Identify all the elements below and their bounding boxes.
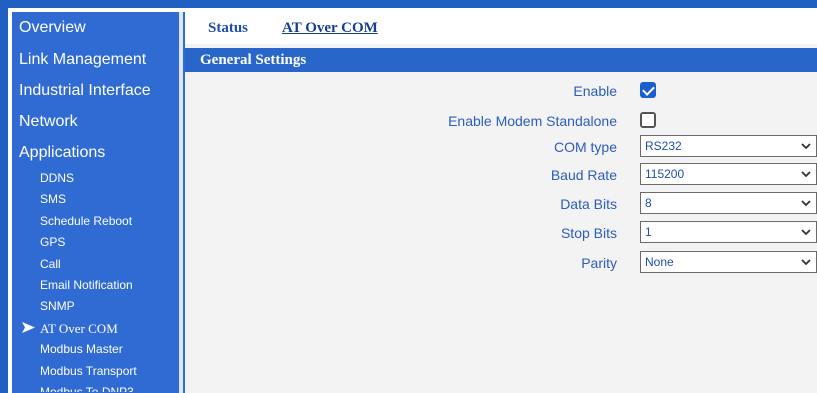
form-row-com-type: COM type RS232 [185,134,817,160]
left-border [0,0,8,393]
sidebar-subitem-snmp[interactable]: SNMP [12,296,179,317]
sidebar-subitem-sms[interactable]: SMS [12,189,179,210]
stop-bits-label: Stop Bits [560,225,617,241]
sidebar-item-overview[interactable]: Overview [12,12,179,44]
stop-bits-value: 1 [645,225,652,239]
chevron-down-icon [801,200,811,207]
stop-bits-select[interactable]: 1 [640,221,817,243]
parity-select[interactable]: None [640,251,817,273]
parity-label: Parity [581,255,617,271]
sidebar-item-applications[interactable]: Applications [12,137,179,168]
com-type-value: RS232 [645,139,682,153]
chevron-down-icon [801,171,811,178]
sidebar-subitem-schedule-reboot[interactable]: Schedule Reboot [12,211,179,232]
parity-value: None [645,255,674,269]
chevron-down-icon [801,259,811,266]
top-border [0,0,817,8]
chevron-down-icon [801,229,811,236]
chevron-down-icon [801,143,811,150]
data-bits-value: 8 [645,196,652,210]
sidebar: Overview Link Management Industrial Inte… [12,12,179,393]
enable-label: Enable [573,83,617,99]
sidebar-item-network[interactable]: Network [12,106,179,137]
sidebar-subitem-modbus-transport[interactable]: Modbus Transport [12,361,179,382]
sidebar-subitem-at-over-com[interactable]: AT Over COM [12,318,179,339]
tab-status[interactable]: Status [208,20,248,37]
form-row-baud-rate: Baud Rate 115200 [185,162,817,188]
sidebar-item-industrial-interface[interactable]: Industrial Interface [12,75,179,106]
sidebar-subitem-email-notification[interactable]: Email Notification [12,275,179,296]
main-content: Status AT Over COM General Settings Enab… [185,12,817,393]
sidebar-subitem-label: AT Over COM [40,320,118,336]
tab-at-over-com[interactable]: AT Over COM [282,20,378,37]
data-bits-label: Data Bits [560,196,617,212]
section-header: General Settings [185,48,817,72]
form-row-parity: Parity None [185,250,817,276]
form-row-data-bits: Data Bits 8 [185,191,817,217]
com-type-select[interactable]: RS232 [640,135,817,157]
sidebar-subitem-modbus-master[interactable]: Modbus Master [12,339,179,360]
baud-rate-label: Baud Rate [550,167,617,183]
baud-rate-select[interactable]: 115200 [640,163,817,185]
sidebar-subitem-gps[interactable]: GPS [12,232,179,253]
sidebar-subitem-call[interactable]: Call [12,254,179,275]
com-type-label: COM type [553,139,617,155]
sidebar-subitem-modbus-to-dnp3[interactable]: Modbus To DNP3 [12,382,179,392]
enable-checkbox[interactable] [640,82,656,98]
tab-bar: Status AT Over COM [185,12,817,44]
form-row-standalone: Enable Modem Standalone [185,108,817,134]
data-bits-select[interactable]: 8 [640,192,817,214]
form-row-stop-bits: Stop Bits 1 [185,220,817,246]
sidebar-item-link-management[interactable]: Link Management [12,44,179,75]
standalone-label: Enable Modem Standalone [448,113,617,129]
baud-rate-value: 115200 [645,167,685,181]
arrow-right-icon [22,319,40,340]
standalone-checkbox[interactable] [640,112,656,128]
form-row-enable: Enable [185,78,817,104]
sidebar-subitem-ddns[interactable]: DDNS [12,168,179,189]
